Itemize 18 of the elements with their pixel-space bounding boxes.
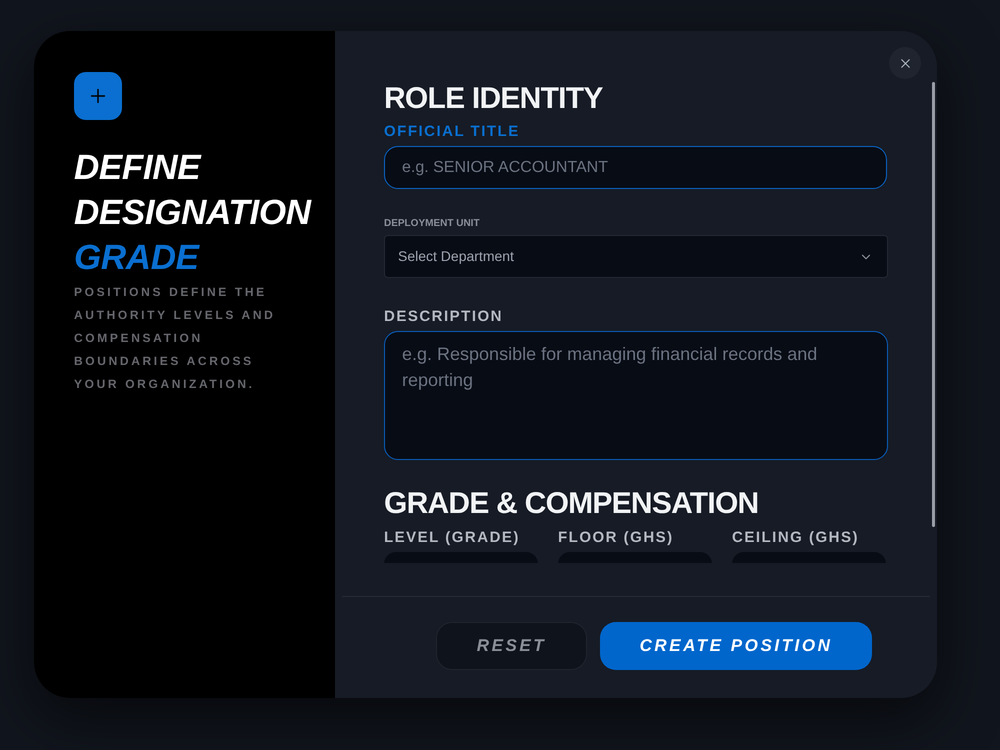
reset-button[interactable]: RESET (436, 622, 587, 670)
field-label: DESCRIPTION (384, 307, 504, 327)
section-heading: GRADE & COMPENSATION (384, 487, 760, 521)
field-label: CEILING (GHS) (732, 528, 860, 548)
field-label: FLOOR (GHS) (558, 528, 675, 548)
section-heading: ROLE IDENTITY (384, 83, 604, 115)
scrollbar-thumb[interactable] (932, 82, 935, 527)
field-label: LEVEL (GRADE) (384, 528, 521, 548)
panel-title: DEFINE DESIGNATION GRADE (74, 147, 312, 279)
field-label: DEPLOYMENT UNIT (384, 217, 481, 231)
description-textarea[interactable]: e.g. Responsible for managing financial records and reporting (384, 331, 888, 460)
close-button[interactable] (889, 47, 921, 79)
department-select[interactable]: Select Department (384, 235, 888, 278)
field-label: OFFICIAL TITLE (384, 122, 521, 142)
plus-icon (74, 72, 122, 120)
panel-description: POSITIONS DEFINE THE AUTHORITY LEVELS AND COMPENSATION BOUNDARIES ACROSS YOUR ORGANIZATION. (74, 284, 276, 393)
create-position-button[interactable]: CREATE POSITION (600, 622, 872, 670)
official-title-input[interactable]: e.g. SENIOR ACCOUNTANT (384, 146, 887, 189)
